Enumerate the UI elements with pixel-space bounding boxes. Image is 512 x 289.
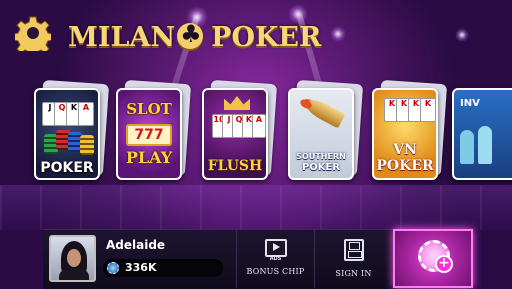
game-card-vn-poker[interactable]: K K K K VN POKER [372, 79, 448, 182]
avatar[interactable] [49, 235, 96, 282]
slot-subtitle: PLAY [125, 148, 173, 167]
balance-value: 336K [125, 261, 157, 274]
card-face: SOUTHERN POKER [288, 88, 354, 180]
logo-text-poker: POKER [211, 21, 322, 53]
sign-in-label: SIGN IN [335, 269, 372, 278]
card-face: 10 J Q K A FLUSH [202, 88, 268, 180]
crown-icon [224, 96, 250, 110]
game-card-poker[interactable]: J Q K A POKER [34, 79, 110, 182]
chip-balance: 336K [103, 259, 223, 277]
playing-cards: K K K K [384, 98, 436, 122]
save-icon [343, 239, 364, 261]
player-name: Adelaide [106, 238, 166, 252]
video-ad-icon [264, 239, 287, 257]
playing-card: A [252, 114, 266, 138]
card-face: SLOT 777 PLAY [116, 88, 182, 180]
game-card-inv[interactable]: INV [452, 88, 512, 182]
game-label-bottom: POKER [376, 158, 434, 174]
sign-in-button[interactable]: SIGN IN [315, 229, 392, 288]
card-face: INV [452, 88, 512, 180]
people-icon [478, 126, 492, 164]
game-label: INV [460, 98, 480, 109]
game-label-bottom: POKER [301, 162, 341, 173]
game-card-flush[interactable]: 10 J Q K A FLUSH [202, 79, 278, 182]
plus-icon: + [435, 255, 453, 273]
game-label-top: SOUTHERN [296, 152, 346, 161]
slot-reels: 777 [126, 124, 172, 146]
game-label-top: VN [393, 142, 417, 158]
coin-icon [107, 262, 119, 274]
stage-light [455, 28, 469, 42]
bonus-chip-label: BONUS CHIP [246, 267, 305, 276]
people-icon [460, 130, 474, 164]
game-card-slot-play[interactable]: SLOT 777 PLAY [116, 79, 192, 182]
game-card-southern-poker[interactable]: SOUTHERN POKER [288, 79, 364, 182]
playing-card: A [78, 102, 94, 126]
game-label: POKER [40, 160, 94, 176]
club-icon [177, 19, 204, 49]
card-face: K K K K VN POKER [372, 88, 438, 180]
playing-cards: 10 J Q K A [212, 114, 266, 138]
logo-text-milan: MILAN [68, 21, 176, 53]
gear-icon[interactable] [15, 15, 51, 51]
card-face: J Q K A POKER [34, 88, 100, 180]
stage-floor [0, 185, 512, 230]
bonus-chip-button[interactable]: ADS BONUS CHIP [237, 229, 314, 288]
playing-card: K [420, 98, 436, 122]
game-logo: MILAN POKER [68, 19, 322, 54]
game-label: FLUSH [207, 158, 263, 174]
shop-button[interactable]: + [393, 229, 473, 288]
slot-title: SLOT [126, 100, 172, 118]
playing-cards: J Q K A [42, 102, 94, 126]
stage-light [330, 26, 346, 42]
poker-chips [44, 130, 94, 155]
